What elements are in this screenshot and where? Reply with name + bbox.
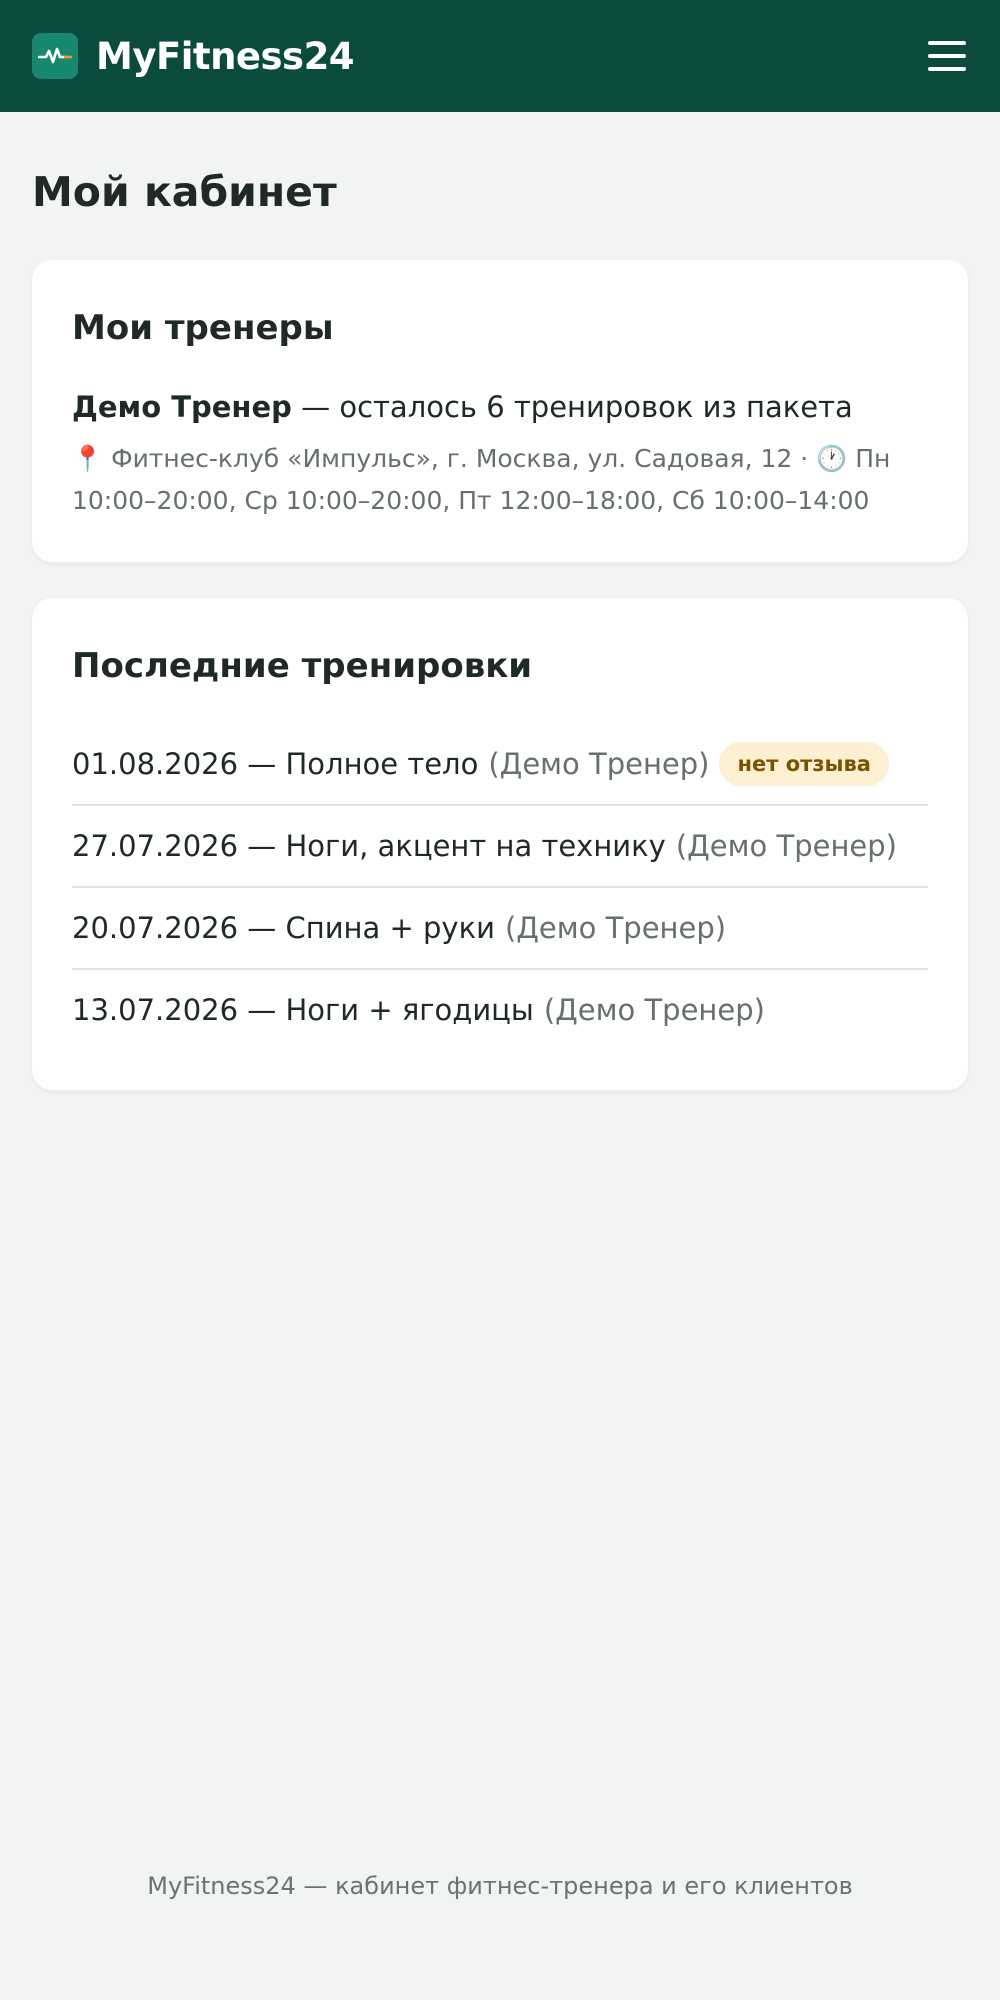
app-header: MyFitness24	[0, 0, 1000, 112]
workout-trainer: (Демо Тренер)	[675, 829, 897, 863]
brand[interactable]: MyFitness24	[32, 33, 355, 79]
workout-text: 27.07.2026 — Ноги, акцент на технику	[72, 829, 666, 863]
workout-item[interactable]: 13.07.2026 — Ноги + ягодицы (Демо Тренер…	[72, 970, 928, 1050]
trainer-location: Фитнес-клуб «Импульс», г. Москва, ул. Са…	[103, 444, 817, 473]
workout-item[interactable]: 20.07.2026 — Спина + руки (Демо Тренер)	[72, 888, 928, 970]
workout-list: 01.08.2026 — Полное тело (Демо Тренер) н…	[72, 724, 928, 1050]
main-content: Мой кабинет Мои тренеры Демо Тренер — ос…	[0, 168, 1000, 1090]
workout-text: 20.07.2026 — Спина + руки	[72, 911, 495, 945]
trainers-card-title: Мои тренеры	[72, 308, 334, 348]
location-pin-icon: 📍	[72, 444, 104, 473]
trainers-card: Мои тренеры Демо Тренер — осталось 6 тре…	[32, 260, 968, 562]
recent-workouts-title: Последние тренировки	[72, 646, 533, 686]
heartbeat-icon	[32, 33, 78, 79]
footer-text: MyFitness24 — кабинет фитнес-тренера и е…	[147, 1872, 853, 1900]
trainer-name: Демо Тренер	[72, 390, 292, 424]
workout-trainer: (Демо Тренер)	[543, 993, 765, 1027]
trainer-summary: Демо Тренер — осталось 6 тренировок из п…	[72, 390, 928, 424]
page-footer: MyFitness24 — кабинет фитнес-тренера и е…	[0, 1872, 1000, 1900]
trainer-package-status: — осталось 6 тренировок из пакета	[291, 390, 853, 424]
clock-icon: 🕐	[816, 444, 848, 473]
workout-trainer: (Демо Тренер)	[488, 747, 710, 781]
app-name: MyFitness24	[96, 34, 355, 78]
recent-workouts-card: Последние тренировки 01.08.2026 — Полное…	[32, 598, 968, 1090]
workout-trainer: (Демо Тренер)	[504, 911, 727, 945]
trainer-location-schedule: 📍 Фитнес-клуб «Импульс», г. Москва, ул. …	[72, 438, 928, 522]
hamburger-menu-icon[interactable]	[928, 36, 968, 76]
workout-item[interactable]: 27.07.2026 — Ноги, акцент на технику (Де…	[72, 806, 928, 888]
no-review-badge[interactable]: нет отзыва	[719, 742, 889, 786]
page-title: Мой кабинет	[32, 168, 337, 216]
workout-item[interactable]: 01.08.2026 — Полное тело (Демо Тренер) н…	[72, 724, 928, 806]
workout-text: 01.08.2026 — Полное тело	[72, 747, 479, 781]
workout-text: 13.07.2026 — Ноги + ягодицы	[72, 993, 534, 1027]
